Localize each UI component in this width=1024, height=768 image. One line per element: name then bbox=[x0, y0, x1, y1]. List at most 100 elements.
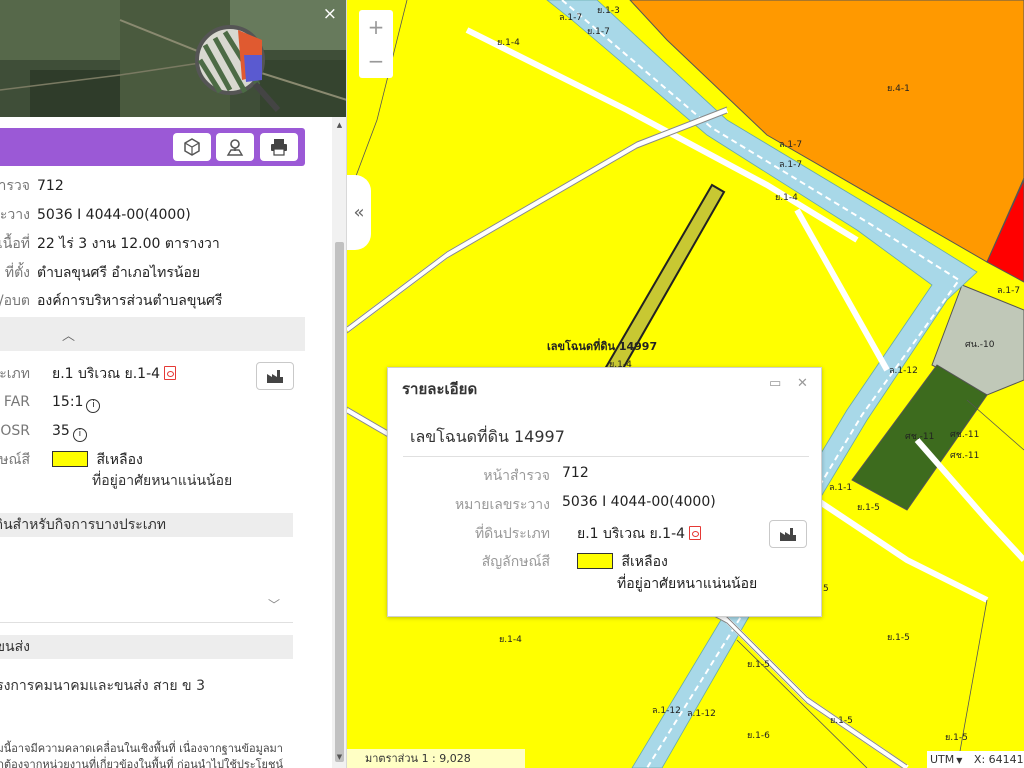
popup-symbol-label: สัญลักษณ์สี bbox=[481, 554, 550, 570]
pdf-icon[interactable] bbox=[689, 526, 702, 540]
zone-label: ย.1-5 bbox=[857, 503, 880, 513]
printer-icon bbox=[271, 139, 287, 156]
zoom-control: + − bbox=[359, 10, 393, 78]
popup-symbol-value: สีเหลือง bbox=[621, 554, 668, 570]
symbol-color-name: สีเหลือง bbox=[96, 452, 143, 468]
satellite-image bbox=[0, 0, 346, 117]
info-icon[interactable]: i bbox=[72, 427, 87, 442]
popup-symbol-wrap: สีเหลือง bbox=[577, 551, 668, 573]
zone-label: ย.1-4 bbox=[497, 38, 520, 48]
zone-color-swatch bbox=[52, 451, 88, 467]
close-icon[interactable]: × bbox=[323, 4, 337, 24]
survey-page-label: หน้าสำรวจ bbox=[0, 178, 30, 194]
zone-type-value-wrap: ย.1 บริเวณ ย.1-4 bbox=[52, 363, 177, 385]
zone-label: 5 bbox=[823, 584, 829, 594]
popup-sheet-value: 5036 I 4044-00(4000) bbox=[562, 494, 716, 510]
popup-zone-type-wrap: ย.1 บริเวณ ย.1-4 bbox=[577, 523, 702, 545]
symbol-description: ที่อยู่อาศัยหนาแน่นน้อย bbox=[92, 473, 233, 489]
projection-select[interactable]: UTM bbox=[930, 753, 954, 766]
satellite-thumbnail[interactable]: × bbox=[0, 0, 346, 117]
pdf-icon[interactable] bbox=[164, 366, 177, 380]
info-panel: × หน้าสำรวจ 712 หมายเ bbox=[0, 0, 347, 768]
zone-label: ล.1-7 bbox=[559, 13, 583, 23]
transport-section-title: โครงการคมนาคมและขนส่ง bbox=[0, 639, 30, 655]
transport-section-header[interactable]: โครงการคมนาคมและขนส่ง bbox=[0, 635, 293, 659]
scroll-thumb[interactable] bbox=[335, 242, 344, 762]
scroll-up-icon[interactable]: ▲ bbox=[335, 121, 344, 129]
disclaimer-line-1: ข้อมูลการกำหนดแนวถนนตามผังเมืองรวมนี้อาจ… bbox=[0, 742, 283, 755]
zone-label: ล.1-12 bbox=[889, 366, 918, 376]
zone-label: ย.1-6 bbox=[747, 731, 770, 741]
scroll-down-icon[interactable]: ▼ bbox=[335, 753, 344, 761]
coordinate-bar: UTM▼ X: 641415 bbox=[927, 751, 1024, 768]
local-admin-label: อปท./อบต. bbox=[0, 293, 30, 309]
factory-button[interactable] bbox=[256, 362, 294, 390]
panel-scrollbar[interactable]: ▲ ▼ bbox=[332, 117, 346, 768]
far-value-wrap: 15:1 i bbox=[52, 391, 101, 413]
zone-label: ศน.-10 bbox=[965, 340, 995, 350]
zone-label: ศช.-11 bbox=[950, 451, 980, 461]
symbol-label: สัญลักษณ์สี bbox=[0, 452, 30, 468]
parcel-map-label: เลขโฉนดที่ดิน 14997 bbox=[547, 340, 658, 353]
zone-label: ล.1-12 bbox=[687, 709, 716, 719]
close-icon[interactable]: ✕ bbox=[797, 376, 808, 391]
osr-value: 35 bbox=[52, 423, 70, 439]
zone-label: ล.1-12 bbox=[652, 706, 681, 716]
map-pin-icon bbox=[226, 139, 244, 156]
factory-icon bbox=[267, 370, 283, 383]
transport-item[interactable]: โครงการคมนาคมและขนส่ง สาย ข 3 bbox=[0, 676, 205, 696]
popup-title: รายละเอียด bbox=[402, 380, 478, 398]
usage-section-title: การใช้ประโยชน์ที่ดินสำหรับกิจการบางประเภ… bbox=[0, 517, 166, 533]
caret-down-icon[interactable]: ▼ bbox=[956, 756, 962, 765]
usage-section-header[interactable]: การใช้ประโยชน์ที่ดินสำหรับกิจการบางประเภ… bbox=[0, 513, 293, 537]
cube-icon bbox=[184, 138, 200, 156]
chevron-down-icon[interactable]: ﹀ bbox=[268, 595, 280, 615]
popup-survey-value: 712 bbox=[562, 465, 589, 481]
osr-label: OSR bbox=[0, 423, 30, 439]
zoom-in-button[interactable]: + bbox=[359, 10, 393, 44]
zone-label: ย.1-4 bbox=[499, 635, 522, 645]
popup-zone-type-value: ย.1 บริเวณ ย.1-4 bbox=[577, 526, 686, 542]
sheet-number-label: หมายเลขระวาง bbox=[0, 207, 30, 223]
zone-label: ย.4-1 bbox=[887, 84, 910, 94]
sheet-number-value: 5036 I 4044-00(4000) bbox=[37, 207, 191, 223]
collapse-panel-button[interactable]: « bbox=[347, 175, 371, 250]
zoom-out-button[interactable]: − bbox=[359, 44, 393, 78]
info-icon[interactable]: i bbox=[86, 398, 101, 413]
locate-button[interactable] bbox=[216, 133, 254, 161]
local-admin-row: อปท./อบต. องค์การบริหารส่วนตำบลขุนศรี bbox=[0, 290, 300, 312]
popup-survey-label: หน้าสำรวจ bbox=[483, 468, 550, 484]
zone-label: ย.1-3 bbox=[597, 6, 620, 16]
maximize-icon[interactable]: ▭ bbox=[769, 376, 781, 391]
cube-view-button[interactable] bbox=[173, 133, 211, 161]
popup-parcel-number: เลขโฉนดที่ดิน 14997 bbox=[410, 427, 565, 446]
popup-zone-type-label: ที่ดินประเภท bbox=[474, 526, 550, 542]
zone-label: ล.1-7 bbox=[997, 286, 1021, 296]
panel-toolbar bbox=[0, 128, 305, 166]
popup-divider bbox=[403, 456, 809, 457]
zone-label: ย.1-5 bbox=[945, 733, 968, 743]
sheet-number-row: หมายเลขระวาง 5036 I 4044-00(4000) bbox=[0, 204, 300, 226]
survey-page-value: 712 bbox=[37, 178, 64, 194]
local-admin-value: องค์การบริหารส่วนตำบลขุนศรี bbox=[37, 293, 223, 309]
divider bbox=[0, 622, 293, 623]
zone-label: ย.1-7 bbox=[587, 27, 610, 37]
osr-value-wrap: 35 i bbox=[52, 420, 87, 442]
factory-icon bbox=[780, 528, 796, 541]
symbol-value-wrap: สีเหลือง bbox=[52, 449, 143, 471]
location-row: ที่ตั้ง ตำบลขุนศรี อำเภอไทรน้อย bbox=[0, 262, 300, 284]
coordinate-readout: X: 641415 bbox=[973, 753, 1024, 766]
location-value: ตำบลขุนศรี อำเภอไทรน้อย bbox=[37, 265, 201, 281]
zone-type-label: ที่ดินประเภท bbox=[0, 366, 30, 382]
details-popup: รายละเอียด ▭ ✕ เลขโฉนดที่ดิน 14997 หน้าส… bbox=[387, 367, 822, 617]
zone-label: ศช.-11 bbox=[905, 432, 935, 442]
zone-label: ย.1-5 bbox=[830, 716, 853, 726]
survey-page-row: หน้าสำรวจ 712 bbox=[0, 175, 300, 197]
scale-bar: มาตราส่วน 1 : 9,028 bbox=[347, 749, 525, 768]
area-row: เนื้อที่ 22 ไร่ 3 งาน 12.00 ตารางวา bbox=[0, 233, 300, 255]
disclaimer-line-2: จากแหล่งที่แตกต่างกัน จึงควรตรวจสอบข้อมู… bbox=[0, 758, 283, 768]
print-button[interactable] bbox=[260, 133, 298, 161]
factory-button[interactable] bbox=[769, 520, 807, 548]
collapse-section-toggle[interactable]: ︿ bbox=[0, 317, 305, 351]
area-label: เนื้อที่ bbox=[0, 236, 30, 252]
